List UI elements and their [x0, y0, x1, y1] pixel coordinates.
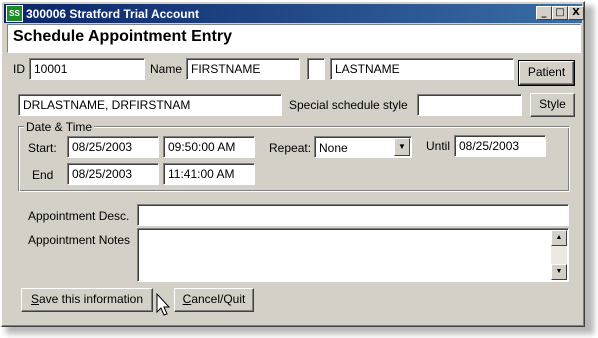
style-button[interactable]: Style: [530, 93, 575, 117]
patient-id-field[interactable]: 10001: [29, 58, 145, 80]
end-time-field[interactable]: 11:41:00 AM: [163, 163, 255, 185]
appointment-window: SS 300006 Stratford Trial Account _ □ X …: [1, 1, 585, 327]
arrow-up-icon[interactable]: ▲: [551, 230, 567, 246]
cancel-button[interactable]: Cancel/Quit: [174, 288, 254, 312]
appointment-desc-label: Appointment Desc.: [28, 209, 130, 223]
date-time-group-label: Date & Time: [24, 120, 95, 134]
special-style-field[interactable]: [417, 94, 522, 116]
patient-button[interactable]: Patient: [518, 60, 575, 86]
title-bar[interactable]: SS 300006 Stratford Trial Account _ □ X: [4, 4, 584, 23]
arrow-down-icon[interactable]: ▼: [551, 264, 567, 280]
page-title: Schedule Appointment Entry: [13, 28, 232, 45]
app-logo-icon[interactable]: SS: [6, 5, 23, 22]
until-label: Until: [426, 139, 451, 153]
close-button[interactable]: X: [568, 6, 584, 20]
end-date-field[interactable]: 08/25/2003: [67, 163, 159, 185]
notes-scrollbar[interactable]: ▲ ▼: [551, 230, 567, 280]
appointment-desc-field[interactable]: [137, 204, 569, 226]
until-date-field[interactable]: 08/25/2003: [454, 135, 546, 157]
cancel-button-label: ancel/Quit: [191, 292, 246, 306]
appointment-notes-label: Appointment Notes: [28, 233, 131, 247]
end-label: End: [32, 168, 54, 182]
start-date-field[interactable]: 08/25/2003: [67, 136, 159, 158]
repeat-select-value: None: [319, 141, 348, 155]
start-label: Start:: [28, 141, 57, 155]
mouse-pointer-icon: [156, 293, 171, 316]
maximize-button[interactable]: □: [552, 6, 568, 20]
special-style-label: Special schedule style: [289, 98, 408, 112]
save-button-label: ave this information: [38, 292, 144, 306]
repeat-label: Repeat:: [269, 141, 312, 155]
name-label: Name: [150, 62, 183, 76]
page-header: Schedule Appointment Entry: [7, 24, 581, 53]
start-time-field[interactable]: 09:50:00 AM: [163, 136, 255, 158]
window-title: 300006 Stratford Trial Account: [26, 7, 199, 21]
save-button[interactable]: Save this information: [21, 288, 153, 312]
cancel-button-mnemonic: C: [182, 292, 192, 306]
minimize-button[interactable]: _: [536, 6, 552, 20]
appointment-notes-field[interactable]: ▲ ▼: [137, 228, 569, 282]
id-label: ID: [13, 62, 25, 76]
last-name-field[interactable]: LASTNAME: [330, 58, 514, 80]
first-name-field[interactable]: FIRSTNAME: [186, 58, 300, 80]
doctor-field[interactable]: DRLASTNAME, DRFIRSTNAM: [18, 94, 282, 116]
save-button-mnemonic: S: [30, 292, 39, 306]
repeat-select[interactable]: None ▼: [314, 136, 412, 158]
middle-initial-field[interactable]: [307, 58, 325, 80]
chevron-down-icon[interactable]: ▼: [394, 138, 410, 156]
